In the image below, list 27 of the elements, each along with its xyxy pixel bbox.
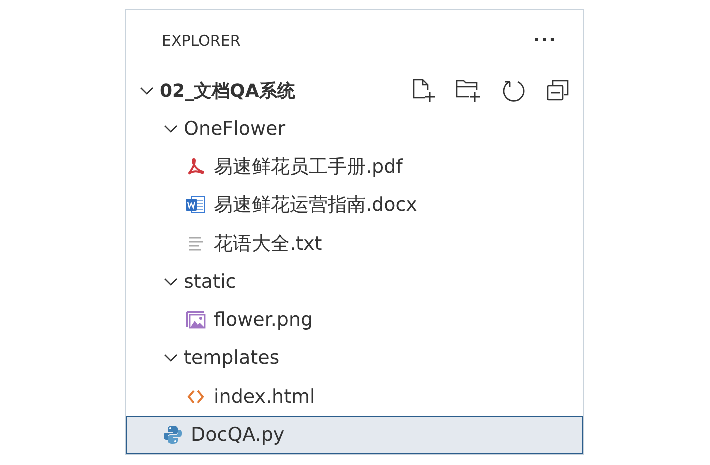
file-row[interactable]: 花语大全.txt <box>126 224 583 263</box>
file-row[interactable]: DocQA.py <box>126 416 583 454</box>
folder-row[interactable]: OneFlower <box>126 110 583 148</box>
file-row[interactable]: flower.png <box>126 300 583 340</box>
file-name: 易速鲜花运营指南.docx <box>214 193 418 218</box>
workspace-name: 02_文档QA系统 <box>160 80 296 103</box>
folder-name: OneFlower <box>184 118 286 140</box>
folder-name: templates <box>184 347 280 370</box>
panel-title: EXPLORER <box>162 32 241 50</box>
acrobat-icon <box>186 157 206 178</box>
folder-name: static <box>184 270 236 293</box>
file-name: DocQA.py <box>191 424 285 446</box>
python-icon <box>162 424 184 446</box>
file-row[interactable]: index.html <box>126 377 583 416</box>
file-name: index.html <box>214 386 316 408</box>
file-name: flower.png <box>214 309 314 332</box>
word-document-icon <box>185 194 207 216</box>
file-row[interactable]: 易速鲜花运营指南.docx <box>126 186 583 225</box>
file-row[interactable]: 易速鲜花员工手册.pdf <box>126 148 583 186</box>
new-folder-icon[interactable] <box>455 78 483 104</box>
file-name: 易速鲜花员工手册.pdf <box>214 155 403 180</box>
folder-row[interactable]: templates <box>126 339 583 378</box>
image-file-icon <box>185 310 207 330</box>
more-actions-button[interactable]: ··· <box>533 30 557 52</box>
folder-row[interactable]: static <box>126 262 583 301</box>
file-name: 花语大全.txt <box>214 232 322 257</box>
new-file-icon[interactable] <box>411 78 437 104</box>
